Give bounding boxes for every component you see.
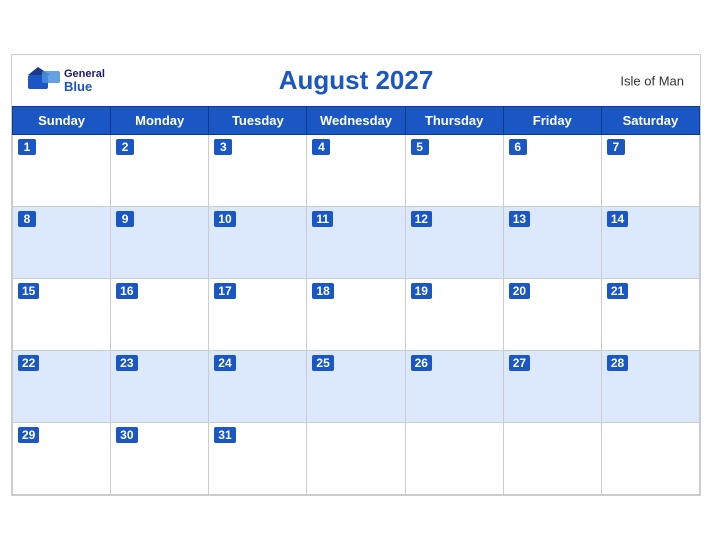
date-number: 4 <box>312 139 330 155</box>
calendar-cell <box>307 423 405 495</box>
date-number: 16 <box>116 283 137 299</box>
date-number: 6 <box>509 139 527 155</box>
calendar-cell: 15 <box>13 279 111 351</box>
calendar-cell: 27 <box>503 351 601 423</box>
calendar-cell: 3 <box>209 135 307 207</box>
calendar-cell: 25 <box>307 351 405 423</box>
calendar-container: General Blue August 2027 Isle of Man Sun… <box>11 54 701 496</box>
calendar-cell: 14 <box>601 207 699 279</box>
date-number: 10 <box>214 211 235 227</box>
header-monday: Monday <box>111 107 209 135</box>
calendar-cell: 5 <box>405 135 503 207</box>
calendar-cell: 8 <box>13 207 111 279</box>
header-thursday: Thursday <box>405 107 503 135</box>
calendar-week-row: 29 30 31 <box>13 423 700 495</box>
calendar-cell: 12 <box>405 207 503 279</box>
calendar-cell: 6 <box>503 135 601 207</box>
calendar-cell: 19 <box>405 279 503 351</box>
calendar-cell: 10 <box>209 207 307 279</box>
date-number: 22 <box>18 355 39 371</box>
calendar-cell: 26 <box>405 351 503 423</box>
calendar-cell: 7 <box>601 135 699 207</box>
date-number: 1 <box>18 139 36 155</box>
date-number: 27 <box>509 355 530 371</box>
calendar-cell: 30 <box>111 423 209 495</box>
date-number: 13 <box>509 211 530 227</box>
calendar-title: August 2027 <box>279 65 434 96</box>
date-number: 15 <box>18 283 39 299</box>
calendar-cell: 9 <box>111 207 209 279</box>
calendar-cell: 2 <box>111 135 209 207</box>
date-number: 7 <box>607 139 625 155</box>
calendar-cell: 28 <box>601 351 699 423</box>
calendar-week-row: 15 16 17 18 19 20 21 <box>13 279 700 351</box>
date-number: 9 <box>116 211 134 227</box>
date-number: 21 <box>607 283 628 299</box>
calendar-week-row: 1 2 3 4 5 6 7 <box>13 135 700 207</box>
date-number: 14 <box>607 211 628 227</box>
date-number: 24 <box>214 355 235 371</box>
header-saturday: Saturday <box>601 107 699 135</box>
calendar-cell: 4 <box>307 135 405 207</box>
logo-area: General Blue <box>28 67 105 95</box>
date-number: 28 <box>607 355 628 371</box>
date-number: 12 <box>411 211 432 227</box>
calendar-cell: 23 <box>111 351 209 423</box>
date-number: 23 <box>116 355 137 371</box>
date-number: 20 <box>509 283 530 299</box>
calendar-week-row: 22 23 24 25 26 27 28 <box>13 351 700 423</box>
header-friday: Friday <box>503 107 601 135</box>
calendar-cell <box>405 423 503 495</box>
region-label: Isle of Man <box>620 73 684 88</box>
header-sunday: Sunday <box>13 107 111 135</box>
logo-icon <box>28 67 60 95</box>
calendar-cell: 18 <box>307 279 405 351</box>
date-number: 2 <box>116 139 134 155</box>
weekday-header-row: Sunday Monday Tuesday Wednesday Thursday… <box>13 107 700 135</box>
logo-blue-text: Blue <box>64 80 105 93</box>
calendar-cell: 24 <box>209 351 307 423</box>
header-wednesday: Wednesday <box>307 107 405 135</box>
date-number: 25 <box>312 355 333 371</box>
calendar-cell: 31 <box>209 423 307 495</box>
date-number: 26 <box>411 355 432 371</box>
date-number: 5 <box>411 139 429 155</box>
calendar-cell <box>503 423 601 495</box>
date-number: 29 <box>18 427 39 443</box>
date-number: 8 <box>18 211 36 227</box>
calendar-cell: 21 <box>601 279 699 351</box>
date-number: 17 <box>214 283 235 299</box>
calendar-cell: 16 <box>111 279 209 351</box>
date-number: 19 <box>411 283 432 299</box>
calendar-cell: 11 <box>307 207 405 279</box>
calendar-grid: Sunday Monday Tuesday Wednesday Thursday… <box>12 106 700 495</box>
calendar-cell: 29 <box>13 423 111 495</box>
calendar-cell: 20 <box>503 279 601 351</box>
calendar-cell: 17 <box>209 279 307 351</box>
date-number: 11 <box>312 211 333 227</box>
calendar-cell <box>601 423 699 495</box>
date-number: 30 <box>116 427 137 443</box>
date-number: 18 <box>312 283 333 299</box>
calendar-week-row: 8 9 10 11 12 13 14 <box>13 207 700 279</box>
header-tuesday: Tuesday <box>209 107 307 135</box>
calendar-cell: 13 <box>503 207 601 279</box>
date-number: 31 <box>214 427 235 443</box>
calendar-header: General Blue August 2027 Isle of Man <box>12 55 700 106</box>
calendar-cell: 22 <box>13 351 111 423</box>
calendar-cell: 1 <box>13 135 111 207</box>
date-number: 3 <box>214 139 232 155</box>
